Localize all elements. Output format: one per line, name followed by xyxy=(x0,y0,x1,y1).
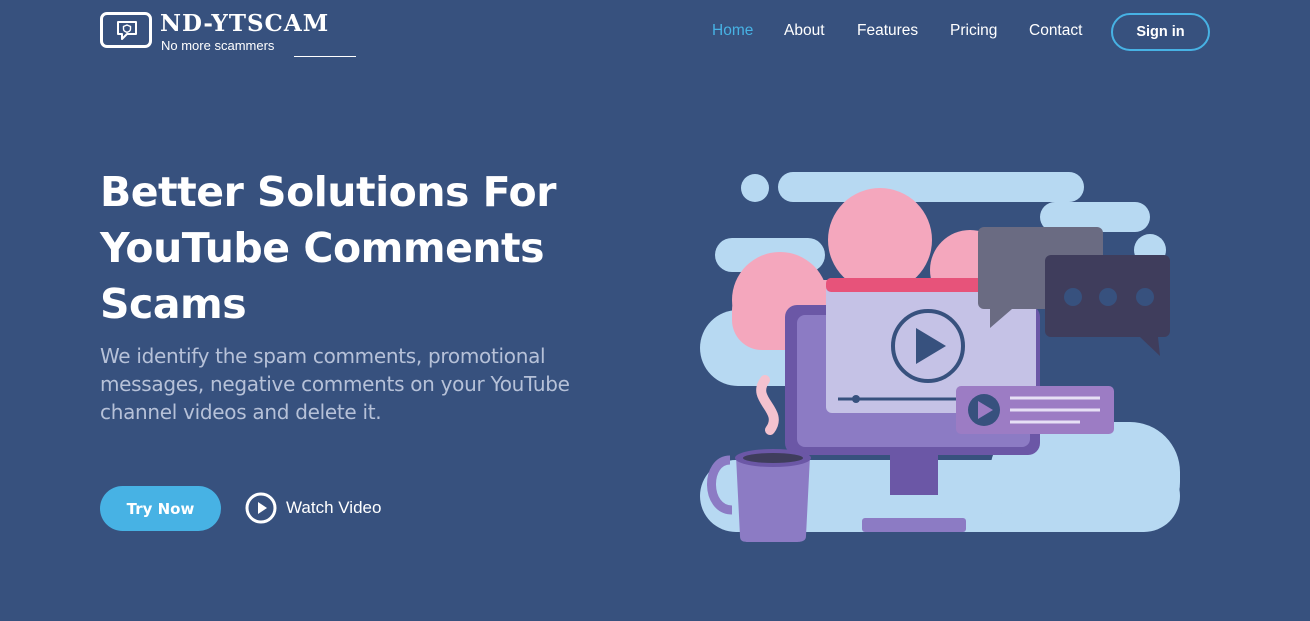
site-header: ND-YTSCAM No more scammers Home About Fe… xyxy=(0,0,1310,66)
hero-subtitle: We identify the spam comments, promotion… xyxy=(100,344,570,424)
nav-home[interactable]: Home xyxy=(712,22,753,40)
nav-about[interactable]: About xyxy=(784,22,825,40)
sign-in-button[interactable]: Sign in xyxy=(1111,13,1210,51)
nav-pricing[interactable]: Pricing xyxy=(950,22,997,40)
nav-features[interactable]: Features xyxy=(857,22,918,40)
hero-illustration xyxy=(700,172,1180,542)
watch-video-label: Watch Video xyxy=(286,498,382,517)
hero-title: Better Solutions For YouTube Comments Sc… xyxy=(100,168,556,328)
try-now-button[interactable]: Try Now xyxy=(100,486,221,531)
play-circle-icon xyxy=(245,492,277,524)
watch-video-button[interactable]: Watch Video xyxy=(245,491,381,525)
tagline-underline xyxy=(294,56,356,57)
nav-contact[interactable]: Contact xyxy=(1029,22,1082,40)
video-card xyxy=(956,386,1114,434)
